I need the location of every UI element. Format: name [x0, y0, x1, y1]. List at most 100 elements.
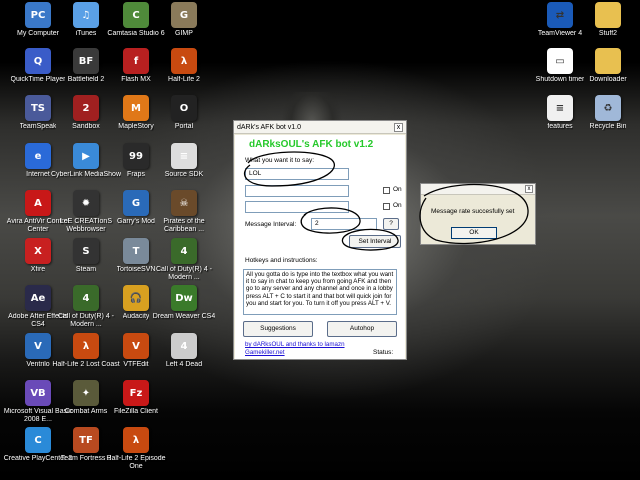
desktop-icon[interactable]: Dw Dream Weaver CS4 — [148, 285, 220, 337]
bot-window-title: dARk's AFK bot v1.0 — [237, 123, 301, 131]
desktop-icon[interactable]: λ Half-Life 2 — [148, 48, 220, 100]
desktop-icon-label: Fraps — [127, 171, 145, 178]
tortoisesvn-icon: T — [123, 238, 149, 264]
suggestions-button[interactable]: Suggestions — [243, 321, 313, 337]
desktop-icon-label: Ventrilo — [26, 361, 50, 368]
maplestory-icon: M — [123, 95, 149, 121]
half-life-icon: λ — [171, 48, 197, 74]
mediashow-icon: ▶ — [73, 143, 99, 169]
interval-label: Message Interval: — [245, 221, 297, 228]
credit-link[interactable]: by dARksOUL and thanks to lamazn — [245, 341, 345, 348]
message-box-titlebar[interactable]: x — [421, 184, 535, 195]
vtfedit-icon: V — [123, 333, 149, 359]
gimp-icon: G — [171, 2, 197, 28]
desktop-icon[interactable]: G GIMP — [148, 2, 220, 54]
half-life-icon: λ — [73, 333, 99, 359]
ventrilo-icon: V — [25, 333, 51, 359]
dreamweaver-icon: Dw — [171, 285, 197, 311]
avira-icon: A — [25, 190, 51, 216]
garrys-mod-icon: G — [123, 190, 149, 216]
status-label: Status: — [373, 349, 394, 356]
quicktime-icon: Q — [25, 48, 51, 74]
desktop-icon-label: Stuff2 — [598, 30, 618, 37]
folder-icon — [595, 2, 621, 28]
folder-icon — [595, 48, 621, 74]
shutdown-timer-icon: ▭ — [547, 48, 573, 74]
internet-icon: e — [25, 143, 51, 169]
desktop-icon-label: Battlefield 2 — [67, 76, 105, 83]
desktop-icon[interactable]: λ Half-Life 2 Episode One — [100, 427, 172, 479]
desktop-icon-label: Flash MX — [121, 76, 151, 83]
steam-icon: S — [73, 238, 99, 264]
bot-heading: dARksOUL's AFK bot v1.2 — [249, 139, 374, 150]
desktop-icon[interactable]: ♻ Recycle Bin — [572, 95, 640, 147]
sandbox-icon: 2 — [73, 95, 99, 121]
flash-icon: f — [123, 48, 149, 74]
say-input-3[interactable] — [245, 201, 349, 213]
visual-basic-icon: VB — [25, 380, 51, 406]
desktop-icon-label: GIMP — [175, 30, 193, 37]
on-checkbox-1[interactable] — [383, 187, 390, 194]
call-of-duty-icon: 4 — [171, 238, 197, 264]
afk-bot-window[interactable]: dARk's AFK bot v1.0 x dARksOUL's AFK bot… — [233, 120, 407, 360]
desktop-icon-label: iTunes — [75, 30, 97, 37]
xfire-icon: X — [25, 238, 51, 264]
half-life-icon: λ — [123, 427, 149, 453]
itunes-icon: ♫ — [73, 2, 99, 28]
desktop-icon-label: Half-Life 2 — [168, 76, 200, 83]
desktop-icon[interactable]: 4 Call of Duty(R) 4 - Modern ... — [148, 238, 220, 290]
desktop-icon-label: features — [547, 123, 573, 130]
desktop-icon-label: Half-Life 2 Episode One — [106, 455, 166, 470]
desktop-icon-label: VTFEdit — [123, 361, 149, 368]
portal-icon: O — [171, 95, 197, 121]
desktop-icon-label: Xfire — [30, 266, 46, 273]
autohop-button[interactable]: Autohop — [327, 321, 397, 337]
after-effects-icon: Ae — [25, 285, 51, 311]
desktop-icon[interactable]: Downloader — [572, 48, 640, 100]
desktop-icon[interactable]: Stuff2 — [572, 2, 640, 54]
message-box-text: Message rate succesfully set — [431, 208, 515, 215]
desktop-icon[interactable]: ☠ Pirates of the Caribbean ... — [148, 190, 220, 242]
bot-window-titlebar[interactable]: dARk's AFK bot v1.0 x — [234, 121, 406, 134]
recycle-bin-icon: ♻ — [595, 95, 621, 121]
say-label: What you want it to say: — [245, 157, 315, 164]
pirates-icon: ☠ — [171, 190, 197, 216]
bot-window-close-button[interactable]: x — [394, 122, 403, 132]
desktop-icon-label: Recycle Bin — [589, 123, 627, 130]
desktop-icon[interactable]: Fz FileZilla Client — [100, 380, 172, 432]
playcenter-icon: C — [25, 427, 51, 453]
say-input[interactable]: LOL — [245, 168, 349, 180]
desktop-icon-label: Sandbox — [72, 123, 100, 130]
ok-button[interactable]: OK — [451, 227, 497, 239]
on-label-1: On — [393, 186, 402, 193]
desktop-icon-label: Steam — [75, 266, 97, 273]
desktop-icon[interactable]: O Portal — [148, 95, 220, 147]
bot-window-body: dARksOUL's AFK bot v1.2 What you want it… — [235, 135, 405, 359]
left4dead-icon: 4 — [171, 333, 197, 359]
audacity-icon: 🎧 — [123, 285, 149, 311]
desktop-icon[interactable]: ≡ Source SDK — [148, 143, 220, 195]
say-input-2[interactable] — [245, 185, 349, 197]
desktop-icon-label: Pirates of the Caribbean ... — [163, 218, 205, 233]
hotkeys-label: Hotkeys and instructions: — [245, 257, 318, 264]
fraps-icon: 99 — [123, 143, 149, 169]
battlefield-icon: BF — [73, 48, 99, 74]
teamviewer-icon: ⇄ — [547, 2, 573, 28]
teamspeak-icon: TS — [25, 95, 51, 121]
combat-arms-icon: ✦ — [73, 380, 99, 406]
help-button[interactable]: ? — [383, 218, 399, 230]
interval-input[interactable]: 2 — [311, 218, 377, 230]
desktop-icon-label: Call of Duty(R) 4 - Modern ... — [155, 266, 212, 281]
set-interval-button[interactable]: Set Interval — [349, 235, 401, 248]
desktop-icon-label: FileZilla Client — [114, 408, 158, 415]
instructions-textbox[interactable]: All you gotta do is type into the textbo… — [243, 269, 397, 315]
message-box-close-button[interactable]: x — [525, 185, 533, 193]
my-computer-icon: PC — [25, 2, 51, 28]
desktop-icon[interactable]: 4 Left 4 Dead — [148, 333, 220, 385]
document-icon: ≡ — [547, 95, 573, 121]
on-checkbox-2[interactable] — [383, 203, 390, 210]
gamekiller-link[interactable]: Gamekiller.net — [245, 349, 285, 356]
filezilla-icon: Fz — [123, 380, 149, 406]
message-box-dialog[interactable]: x Message rate succesfully set OK — [420, 183, 536, 245]
on-label-2: On — [393, 202, 402, 209]
